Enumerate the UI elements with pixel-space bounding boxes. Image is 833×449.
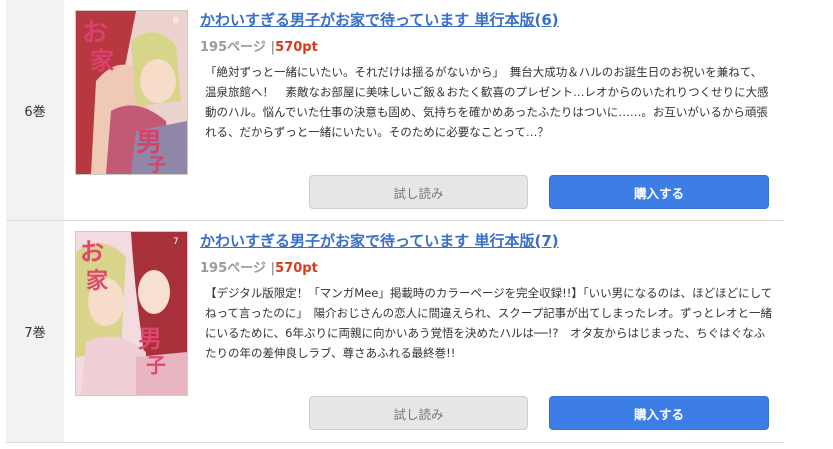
page-count: 195ページ: [200, 261, 266, 276]
buy-button[interactable]: 購入する: [549, 175, 769, 209]
svg-text:家: 家: [90, 47, 114, 75]
book-description: 【デジタル版限定！「マンガMee」掲載時のカラーページを完全収録!!】「いい男に…: [205, 286, 773, 360]
buy-button[interactable]: 購入する: [549, 396, 769, 430]
svg-text:6: 6: [173, 16, 179, 26]
svg-text:7: 7: [173, 237, 179, 247]
svg-text:子: 子: [148, 155, 166, 174]
book-meta: 195ページ |570pt: [200, 257, 318, 276]
trial-read-button[interactable]: 試し読み: [309, 396, 528, 430]
svg-text:子: 子: [146, 353, 166, 377]
svg-text:お: お: [80, 238, 104, 266]
book-title-link[interactable]: かわいすぎる男子がお家で待っています 単行本版(7): [200, 230, 559, 251]
book-cover-image[interactable]: お 家 男 子 7: [75, 231, 188, 396]
svg-text:男: 男: [136, 128, 162, 158]
price: 570pt: [275, 261, 318, 276]
trial-read-button[interactable]: 試し読み: [309, 175, 528, 209]
volume-label: 6巻: [6, 0, 64, 220]
cover-illustration: お 家 男 子 6: [76, 11, 187, 174]
svg-text:男: 男: [138, 325, 162, 353]
svg-text:家: 家: [86, 268, 109, 294]
svg-text:お: お: [82, 18, 108, 48]
price: 570pt: [275, 40, 318, 55]
book-list: 6巻 お 家 男 子 6 かわいすぎる男子がお家で待っています 単行本版(6) …: [6, 0, 784, 443]
book-meta: 195ページ |570pt: [200, 36, 318, 55]
book-row-7: 7巻 お 家 男 子 7 かわいすぎる男子がお家で待っています 単行本版(7) …: [6, 221, 784, 443]
page-count: 195ページ: [200, 40, 266, 55]
book-row-6: 6巻 お 家 男 子 6 かわいすぎる男子がお家で待っています 単行本版(6) …: [6, 0, 784, 221]
book-cover-image[interactable]: お 家 男 子 6: [75, 10, 188, 175]
book-description: 「絶対ずっと一緒にいたい。それだけは揺るがないから」 舞台大成功＆ハルのお誕生日…: [205, 65, 769, 139]
volume-label: 7巻: [6, 221, 64, 442]
cover-illustration: お 家 男 子 7: [76, 232, 187, 395]
book-title-link[interactable]: かわいすぎる男子がお家で待っています 単行本版(6): [200, 9, 559, 30]
